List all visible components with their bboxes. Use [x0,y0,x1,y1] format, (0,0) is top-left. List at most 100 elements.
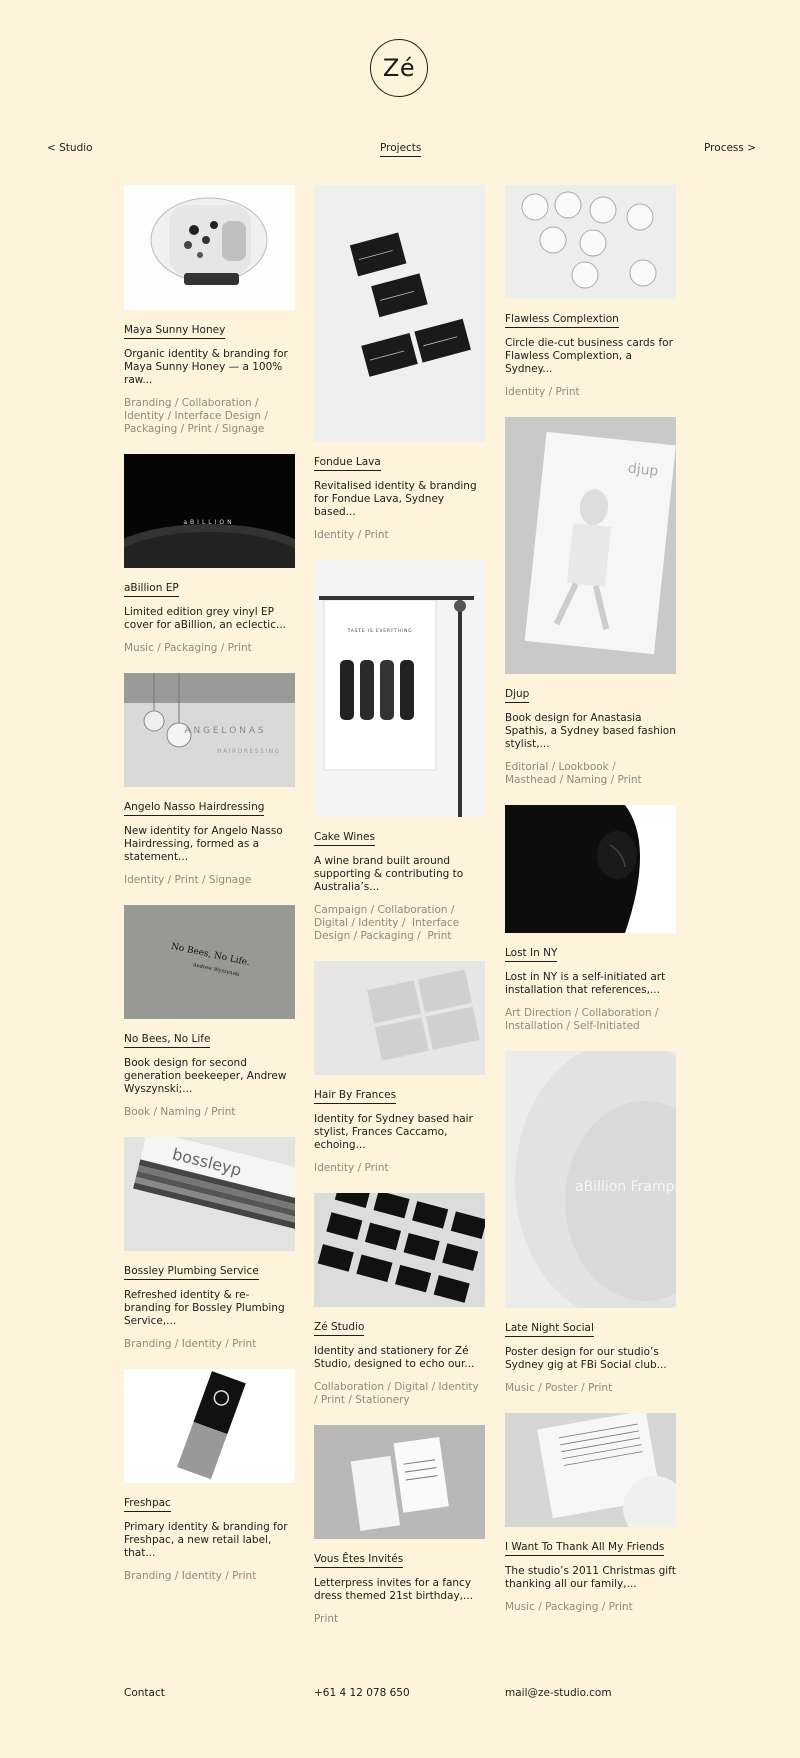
project-card[interactable]: Zé Studio Identity and stationery for Zé… [314,1193,485,1407]
project-card[interactable]: TASTE IS EVERYTHING Cake Wines A wine br… [314,560,485,943]
project-title[interactable]: aBillion EP [124,582,179,597]
project-tags: Music / Packaging / Print [505,1601,633,1613]
project-title[interactable]: Fondue Lava [314,456,381,471]
project-title[interactable]: Maya Sunny Honey [124,324,226,339]
project-title[interactable]: I Want To Thank All My Friends [505,1541,665,1556]
fondue-cards-image [314,185,485,442]
project-description: Identity and stationery for Zé Studio, d… [314,1345,475,1370]
project-thumbnail[interactable]: aBILLION [124,454,295,568]
project-tags: Book / Naming / Print [124,1106,236,1118]
freshpac-card-image [124,1369,295,1483]
nav-prev-studio-link[interactable]: < Studio [47,142,93,154]
project-tags: Branding / Identity / Print [124,1338,257,1350]
project-title[interactable]: Lost In NY [505,947,558,962]
project-thumbnail[interactable]: No Bees, No Life. Andrew Wyszynski [124,905,295,1019]
project-card[interactable]: bossleyp Bossley Plumbing Service Refres… [124,1137,295,1351]
project-card[interactable]: A N G E L O N A S HAIRDRESSING Angelo Na… [124,673,295,887]
project-description: The studio’s 2011 Christmas gift thankin… [505,1565,676,1590]
nav-next-process-link[interactable]: Process > [704,142,756,154]
footer-email-link[interactable]: mail@ze-studio.com [505,1687,612,1699]
salon-interior-image: A N G E L O N A S HAIRDRESSING [124,673,295,787]
project-thumbnail[interactable] [505,1413,676,1527]
project-title[interactable]: Late Night Social [505,1322,594,1337]
project-thumbnail[interactable] [124,185,295,310]
project-thumbnail[interactable]: djup [505,417,676,674]
project-card[interactable]: djup Djup Book design for Anastasia Spat… [505,417,676,787]
djup-book-image: djup [505,417,676,674]
project-card[interactable]: Hair By Frances Identity for Sydney base… [314,961,485,1175]
nav-projects-link[interactable]: Projects [380,142,422,157]
project-thumbnail[interactable]: TASTE IS EVERYTHING [314,560,485,817]
project-thumbnail[interactable]: bossleyp [124,1137,295,1251]
project-thumbnail[interactable] [314,961,485,1075]
project-title[interactable]: Vous Êtes Invités [314,1553,404,1568]
project-title[interactable]: Angelo Nasso Hairdressing [124,801,265,816]
project-card[interactable]: Maya Sunny Honey Organic identity & bran… [124,185,295,436]
projects-column-2: Fondue Lava Revitalised identity & brand… [314,185,485,1626]
abillion-image-text: aBILLION [183,519,234,526]
project-tags: Collaboration / Digital / Identity / Pri… [314,1381,483,1406]
project-thumbnail[interactable] [124,1369,295,1483]
project-description: Refreshed identity & re-branding for Bos… [124,1289,285,1327]
project-description: A wine brand built around supporting & c… [314,855,464,893]
projects-column-1: Maya Sunny Honey Organic identity & bran… [124,185,295,1583]
project-tags: Identity / Print [314,1162,389,1174]
project-description: Poster design for our studio’s Sydney gi… [505,1346,667,1371]
invite-cards-image [314,1425,485,1539]
project-title[interactable]: Cake Wines [314,831,375,846]
project-title[interactable]: No Bees, No Life [124,1033,211,1048]
project-title[interactable]: Flawless Complextion [505,313,619,328]
cake-poster-text: TASTE IS EVERYTHING [347,628,413,634]
salon-image-text-1: A N G E L O N A S [184,726,263,736]
project-card[interactable]: Flawless Complextion Circle die-cut busi… [505,185,676,399]
project-thumbnail[interactable] [314,185,485,442]
project-tags: Identity / Print [505,386,580,398]
project-title[interactable]: Hair By Frances [314,1089,397,1104]
project-thumbnail[interactable] [314,1193,485,1307]
project-card[interactable]: Freshpac Primary identity & branding for… [124,1369,295,1583]
project-thumbnail[interactable] [314,1425,485,1539]
projects-column-3: Flawless Complextion Circle die-cut busi… [505,185,676,1614]
project-thumbnail[interactable] [505,805,676,933]
ze-logo[interactable]: Zé [370,39,428,97]
project-description: Limited edition grey vinyl EP cover for … [124,606,286,631]
project-thumbnail[interactable]: aBillion Framps Zé [505,1051,676,1308]
project-tags: Editorial / Lookbook / Masthead / Naming… [505,761,642,786]
footer-contact-link[interactable]: Contact [124,1687,165,1699]
project-description: Lost in NY is a self-initiated art insta… [505,971,666,996]
djup-image-text: djup [627,461,659,480]
hair-stationery-image [314,961,485,1075]
footer-phone-link[interactable]: +61 4 12 078 650 [314,1687,410,1699]
project-tags: Campaign / Collaboration / Digital / Ide… [314,904,460,942]
project-description: Organic identity & branding for Maya Sun… [124,348,288,386]
project-description: Book design for Anastasia Spathis, a Syd… [505,712,676,750]
project-description: Primary identity & branding for Freshpac… [124,1521,288,1559]
project-thumbnail[interactable]: A N G E L O N A S HAIRDRESSING [124,673,295,787]
project-card[interactable]: I Want To Thank All My Friends The studi… [505,1413,676,1614]
project-title[interactable]: Zé Studio [314,1321,365,1336]
project-thumbnail[interactable] [505,185,676,299]
project-title[interactable]: Freshpac [124,1497,171,1512]
project-card[interactable]: Lost In NY Lost in NY is a self-initiate… [505,805,676,1033]
project-description: Revitalised identity & branding for Fond… [314,480,477,518]
project-card[interactable]: aBillion Framps Zé Late Night Social Pos… [505,1051,676,1395]
lost-in-ny-image [505,805,676,933]
project-tags: Identity / Print / Signage [124,874,252,886]
project-title[interactable]: Bossley Plumbing Service [124,1265,259,1280]
project-card[interactable]: No Bees, No Life. Andrew Wyszynski No Be… [124,905,295,1119]
project-card[interactable]: Vous Êtes Invités Letterpress invites fo… [314,1425,485,1626]
project-title[interactable]: Djup [505,688,530,703]
ze-stationery-image [314,1193,485,1307]
business-card-stack-image: bossleyp [124,1137,295,1251]
book-cover-image: No Bees, No Life. Andrew Wyszynski [124,905,295,1019]
project-description: Book design for second generation beekee… [124,1057,287,1095]
late-night-image-text: aBillion Framps Zé [575,1179,676,1195]
booklet-image [505,1413,676,1527]
salon-image-text-2: HAIRDRESSING [217,748,281,755]
project-description: Letterpress invites for a fancy dress th… [314,1577,474,1602]
project-description: Identity for Sydney based hair stylist, … [314,1113,473,1151]
project-card[interactable]: aBILLION aBillion EP Limited edition gre… [124,454,295,655]
abillion-cover-image: aBILLION [124,454,295,568]
project-tags: Branding / Collaboration / Identity / In… [124,397,272,435]
project-card[interactable]: Fondue Lava Revitalised identity & brand… [314,185,485,542]
